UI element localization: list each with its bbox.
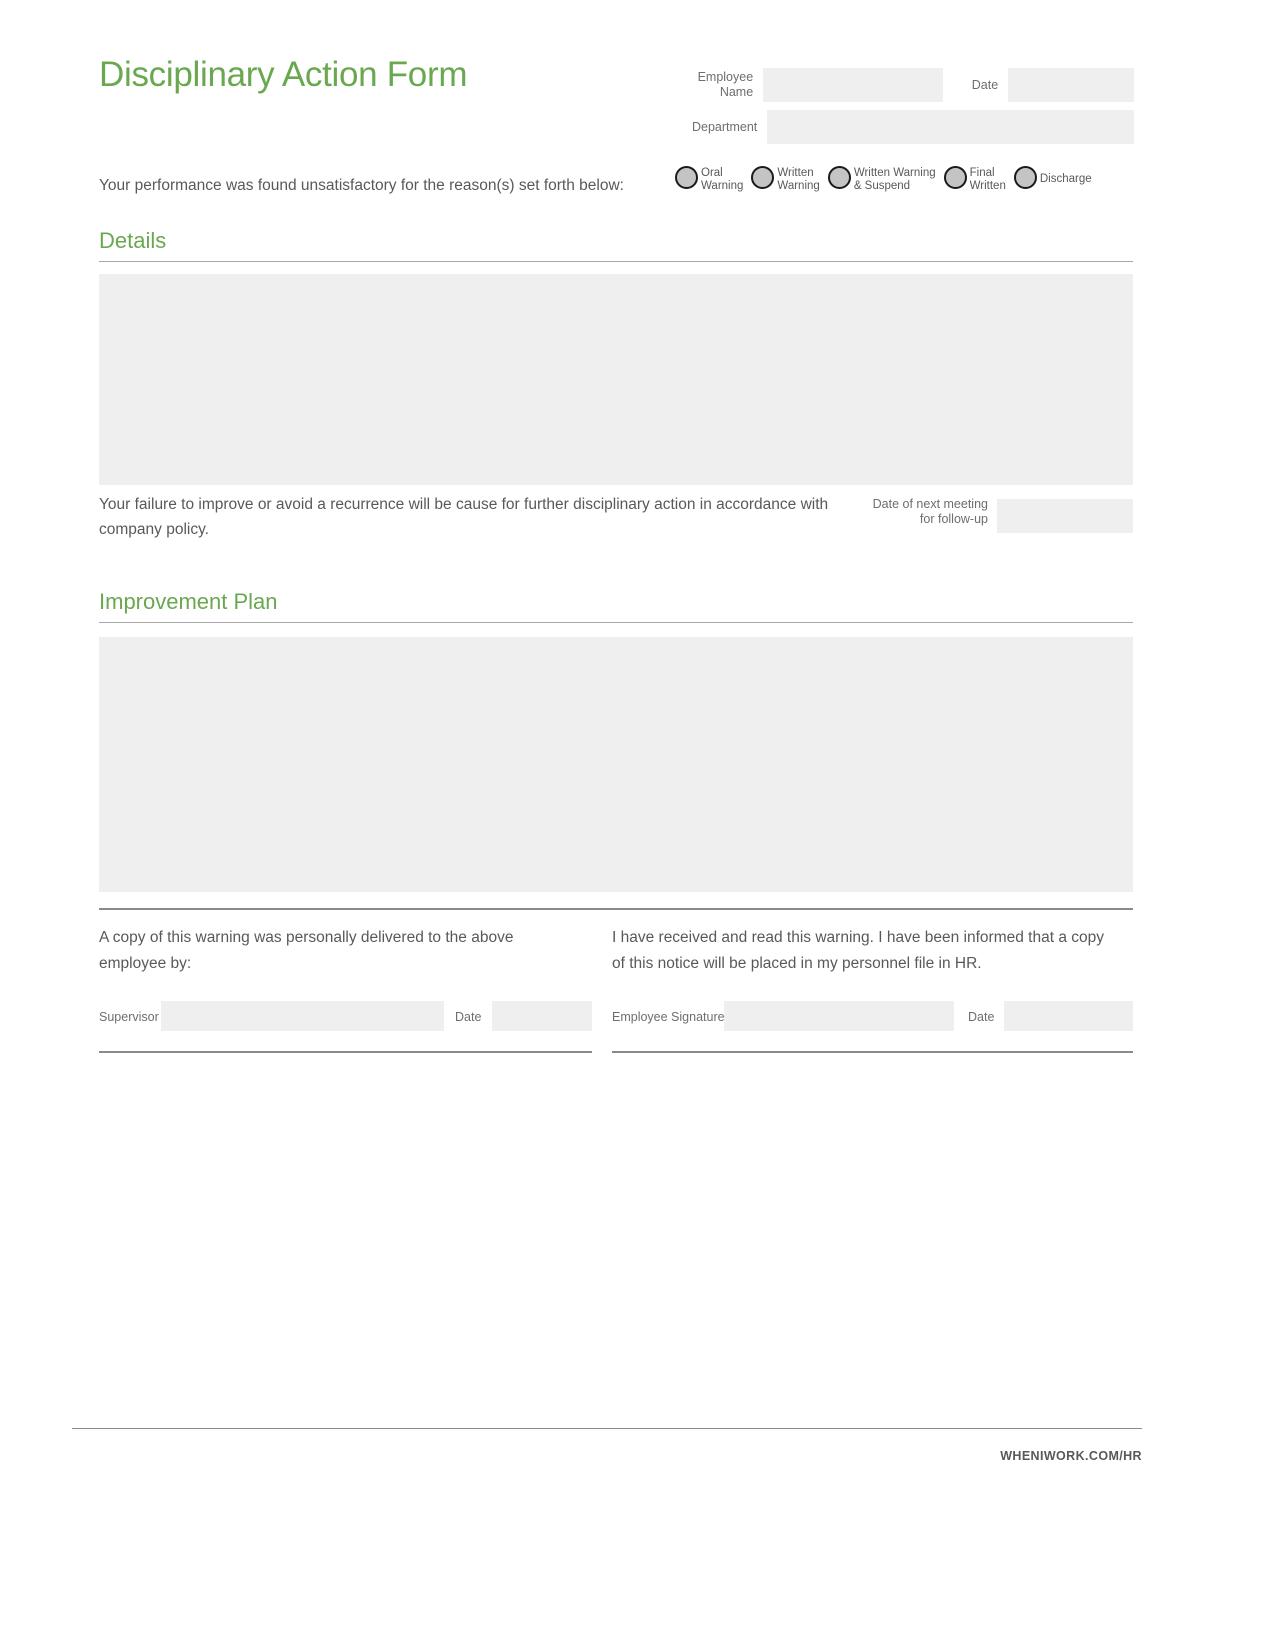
department-row: Department [681, 110, 1134, 144]
supervisor-date-input[interactable] [492, 1001, 592, 1031]
supervisor-delivery-statement: A copy of this warning was personally de… [99, 929, 514, 972]
details-section-divider [99, 261, 1133, 262]
supervisor-signature-input[interactable] [161, 1001, 444, 1031]
employee-signature-input[interactable] [724, 1001, 954, 1031]
radio-label-final-written: Final Written [969, 167, 1006, 192]
improvement-plan-textarea[interactable] [99, 637, 1133, 892]
footer-divider [72, 1428, 1142, 1429]
header-date-label: Date [971, 77, 999, 92]
page-title: Disciplinary Action Form [99, 55, 468, 94]
disciplinary-action-form-page: Disciplinary Action Form Your performanc… [0, 0, 1275, 1650]
radio-option-oral-warning[interactable]: Oral Warning [675, 165, 743, 192]
radio-option-written-warning[interactable]: Written Warning [751, 165, 820, 192]
improvement-plan-section-heading: Improvement Plan [99, 589, 278, 614]
details-note-text: Your failure to improve or avoid a recur… [99, 496, 829, 538]
radio-label-written-warning: Written Warning [777, 167, 820, 192]
radio-circle-icon[interactable] [943, 166, 967, 189]
radio-option-written-warning-suspend[interactable]: Written Warning & Suspend [827, 165, 936, 192]
supervisor-label: Supervisor [99, 1010, 159, 1024]
employee-name-label: Employee Name [697, 70, 754, 99]
radio-circle-icon[interactable] [1013, 166, 1037, 189]
followup-date-label: Date of next meeting for follow-up [872, 497, 988, 526]
details-section-heading: Details [99, 228, 167, 253]
employee-signature-label: Employee Signature [612, 1010, 725, 1024]
action-type-radio-group: Oral Warning Written Warning Written War… [675, 165, 1100, 192]
employee-name-input[interactable] [763, 68, 943, 102]
department-input[interactable] [767, 110, 1134, 144]
employee-name-row: Employee Name Date [681, 68, 1134, 102]
signature-section-divider [99, 908, 1133, 910]
radio-label-oral-warning: Oral Warning [701, 167, 744, 192]
department-label: Department [691, 119, 758, 134]
employee-signature-rule [612, 1051, 1133, 1053]
radio-label-discharge: Discharge [1039, 173, 1092, 185]
improvement-plan-section-divider [99, 622, 1133, 623]
details-textarea[interactable] [99, 274, 1133, 485]
radio-label-written-warning-suspend: Written Warning & Suspend [853, 167, 936, 192]
radio-circle-icon[interactable] [675, 166, 698, 189]
supervisor-signature-rule [99, 1051, 592, 1053]
radio-circle-icon[interactable] [751, 166, 775, 189]
followup-date-input[interactable] [997, 499, 1133, 533]
employee-date-label: Date [968, 1010, 995, 1024]
radio-option-discharge[interactable]: Discharge [1013, 165, 1092, 189]
supervisor-date-label: Date [455, 1010, 482, 1024]
header-date-input[interactable] [1008, 68, 1134, 102]
employee-identification-block: Employee Name Date Department [681, 68, 1134, 152]
intro-statement: Your performance was found unsatisfactor… [99, 177, 624, 194]
employee-date-input[interactable] [1004, 1001, 1133, 1031]
employee-acknowledgement-statement: I have received and read this warning. I… [612, 929, 1104, 972]
footer-brand: WHENIWORK.COM/HR [1000, 1449, 1142, 1463]
radio-circle-icon[interactable] [827, 166, 851, 189]
radio-option-final-written[interactable]: Final Written [943, 165, 1006, 192]
